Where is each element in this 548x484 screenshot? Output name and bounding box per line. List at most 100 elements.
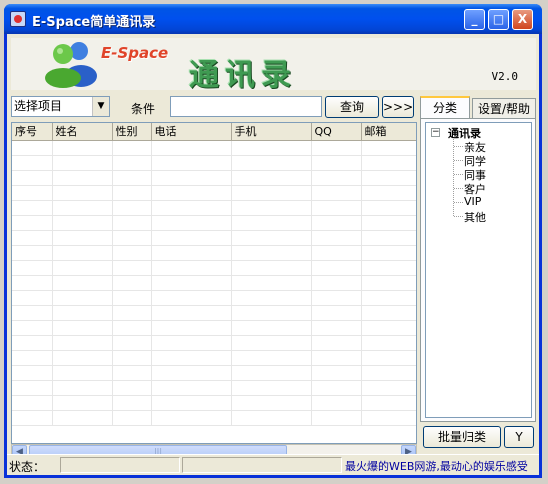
table-cell[interactable]: [311, 275, 362, 291]
table-cell[interactable]: [231, 305, 312, 321]
table-cell[interactable]: [52, 170, 113, 186]
table-cell[interactable]: [231, 380, 312, 396]
table-cell[interactable]: [112, 260, 152, 276]
table-cell[interactable]: [12, 335, 53, 351]
table-row[interactable]: [12, 200, 416, 216]
table-cell[interactable]: [151, 170, 232, 186]
table-cell[interactable]: [12, 290, 53, 306]
table-cell[interactable]: [112, 200, 152, 216]
table-cell[interactable]: [151, 335, 232, 351]
table-cell[interactable]: [311, 140, 362, 156]
table-cell[interactable]: [361, 365, 416, 381]
table-cell[interactable]: [311, 320, 362, 336]
table-cell[interactable]: [231, 335, 312, 351]
table-row[interactable]: [12, 365, 416, 381]
table-row[interactable]: [12, 290, 416, 306]
table-cell[interactable]: [52, 245, 113, 261]
table-row[interactable]: [12, 275, 416, 291]
more-button[interactable]: >>>: [382, 96, 414, 118]
table-cell[interactable]: [52, 230, 113, 246]
table-cell[interactable]: [361, 140, 416, 156]
condition-input[interactable]: [170, 96, 322, 117]
table-cell[interactable]: [361, 380, 416, 396]
table-cell[interactable]: [361, 275, 416, 291]
table-cell[interactable]: [52, 215, 113, 231]
table-cell[interactable]: [311, 245, 362, 261]
table-cell[interactable]: [231, 155, 312, 171]
table-cell[interactable]: [231, 395, 312, 411]
table-cell[interactable]: [112, 350, 152, 366]
contacts-table[interactable]: 序号 姓名 性别 电话 手机 QQ 邮箱: [11, 122, 417, 444]
table-cell[interactable]: [12, 215, 53, 231]
table-cell[interactable]: [52, 380, 113, 396]
table-cell[interactable]: [112, 290, 152, 306]
table-cell[interactable]: [112, 230, 152, 246]
table-cell[interactable]: [361, 350, 416, 366]
table-row[interactable]: [12, 305, 416, 321]
table-cell[interactable]: [311, 230, 362, 246]
table-cell[interactable]: [151, 290, 232, 306]
table-cell[interactable]: [12, 410, 53, 426]
table-cell[interactable]: [12, 140, 53, 156]
tree-item-vip[interactable]: VIP: [464, 195, 481, 208]
column-header[interactable]: 手机: [231, 123, 312, 141]
table-cell[interactable]: [151, 320, 232, 336]
table-cell[interactable]: [231, 140, 312, 156]
table-cell[interactable]: [12, 260, 53, 276]
table-cell[interactable]: [112, 320, 152, 336]
table-cell[interactable]: [52, 155, 113, 171]
table-row[interactable]: [12, 155, 416, 171]
table-cell[interactable]: [151, 230, 232, 246]
table-cell[interactable]: [231, 245, 312, 261]
app-icon[interactable]: [10, 11, 26, 27]
table-cell[interactable]: [231, 410, 312, 426]
table-cell[interactable]: [151, 365, 232, 381]
table-cell[interactable]: [361, 215, 416, 231]
table-cell[interactable]: [361, 155, 416, 171]
table-cell[interactable]: [361, 320, 416, 336]
table-cell[interactable]: [151, 305, 232, 321]
table-cell[interactable]: [112, 170, 152, 186]
table-cell[interactable]: [311, 170, 362, 186]
y-button[interactable]: Y: [504, 426, 534, 448]
table-cell[interactable]: [311, 350, 362, 366]
query-button[interactable]: 查询: [325, 96, 379, 118]
table-cell[interactable]: [231, 320, 312, 336]
table-cell[interactable]: [231, 215, 312, 231]
table-cell[interactable]: [12, 395, 53, 411]
category-tree[interactable]: − 通讯录 亲友 同学 同事 客户 VIP 其他: [425, 122, 532, 418]
table-cell[interactable]: [52, 335, 113, 351]
batch-categorize-button[interactable]: 批量归类: [423, 426, 501, 448]
table-cell[interactable]: [112, 185, 152, 201]
table-cell[interactable]: [52, 305, 113, 321]
table-cell[interactable]: [151, 395, 232, 411]
table-cell[interactable]: [311, 155, 362, 171]
table-cell[interactable]: [112, 140, 152, 156]
table-cell[interactable]: [112, 305, 152, 321]
table-row[interactable]: [12, 350, 416, 366]
title-bar[interactable]: E-Space简单通讯录 _ □ X: [4, 4, 542, 34]
table-row[interactable]: [12, 380, 416, 396]
table-row[interactable]: [12, 335, 416, 351]
column-header[interactable]: 序号: [12, 123, 53, 141]
table-cell[interactable]: [361, 230, 416, 246]
table-cell[interactable]: [361, 410, 416, 426]
table-cell[interactable]: [151, 200, 232, 216]
table-cell[interactable]: [12, 275, 53, 291]
minimize-button[interactable]: _: [464, 9, 485, 30]
table-row[interactable]: [12, 230, 416, 246]
table-cell[interactable]: [361, 335, 416, 351]
table-cell[interactable]: [112, 395, 152, 411]
table-cell[interactable]: [361, 245, 416, 261]
table-cell[interactable]: [12, 230, 53, 246]
table-cell[interactable]: [151, 215, 232, 231]
tab-settings-help[interactable]: 设置/帮助: [472, 98, 536, 118]
table-cell[interactable]: [151, 350, 232, 366]
table-cell[interactable]: [112, 335, 152, 351]
table-cell[interactable]: [12, 320, 53, 336]
table-cell[interactable]: [151, 185, 232, 201]
column-header[interactable]: 姓名: [52, 123, 113, 141]
table-cell[interactable]: [361, 305, 416, 321]
table-cell[interactable]: [311, 335, 362, 351]
tree-item-other[interactable]: 其他: [464, 209, 486, 225]
